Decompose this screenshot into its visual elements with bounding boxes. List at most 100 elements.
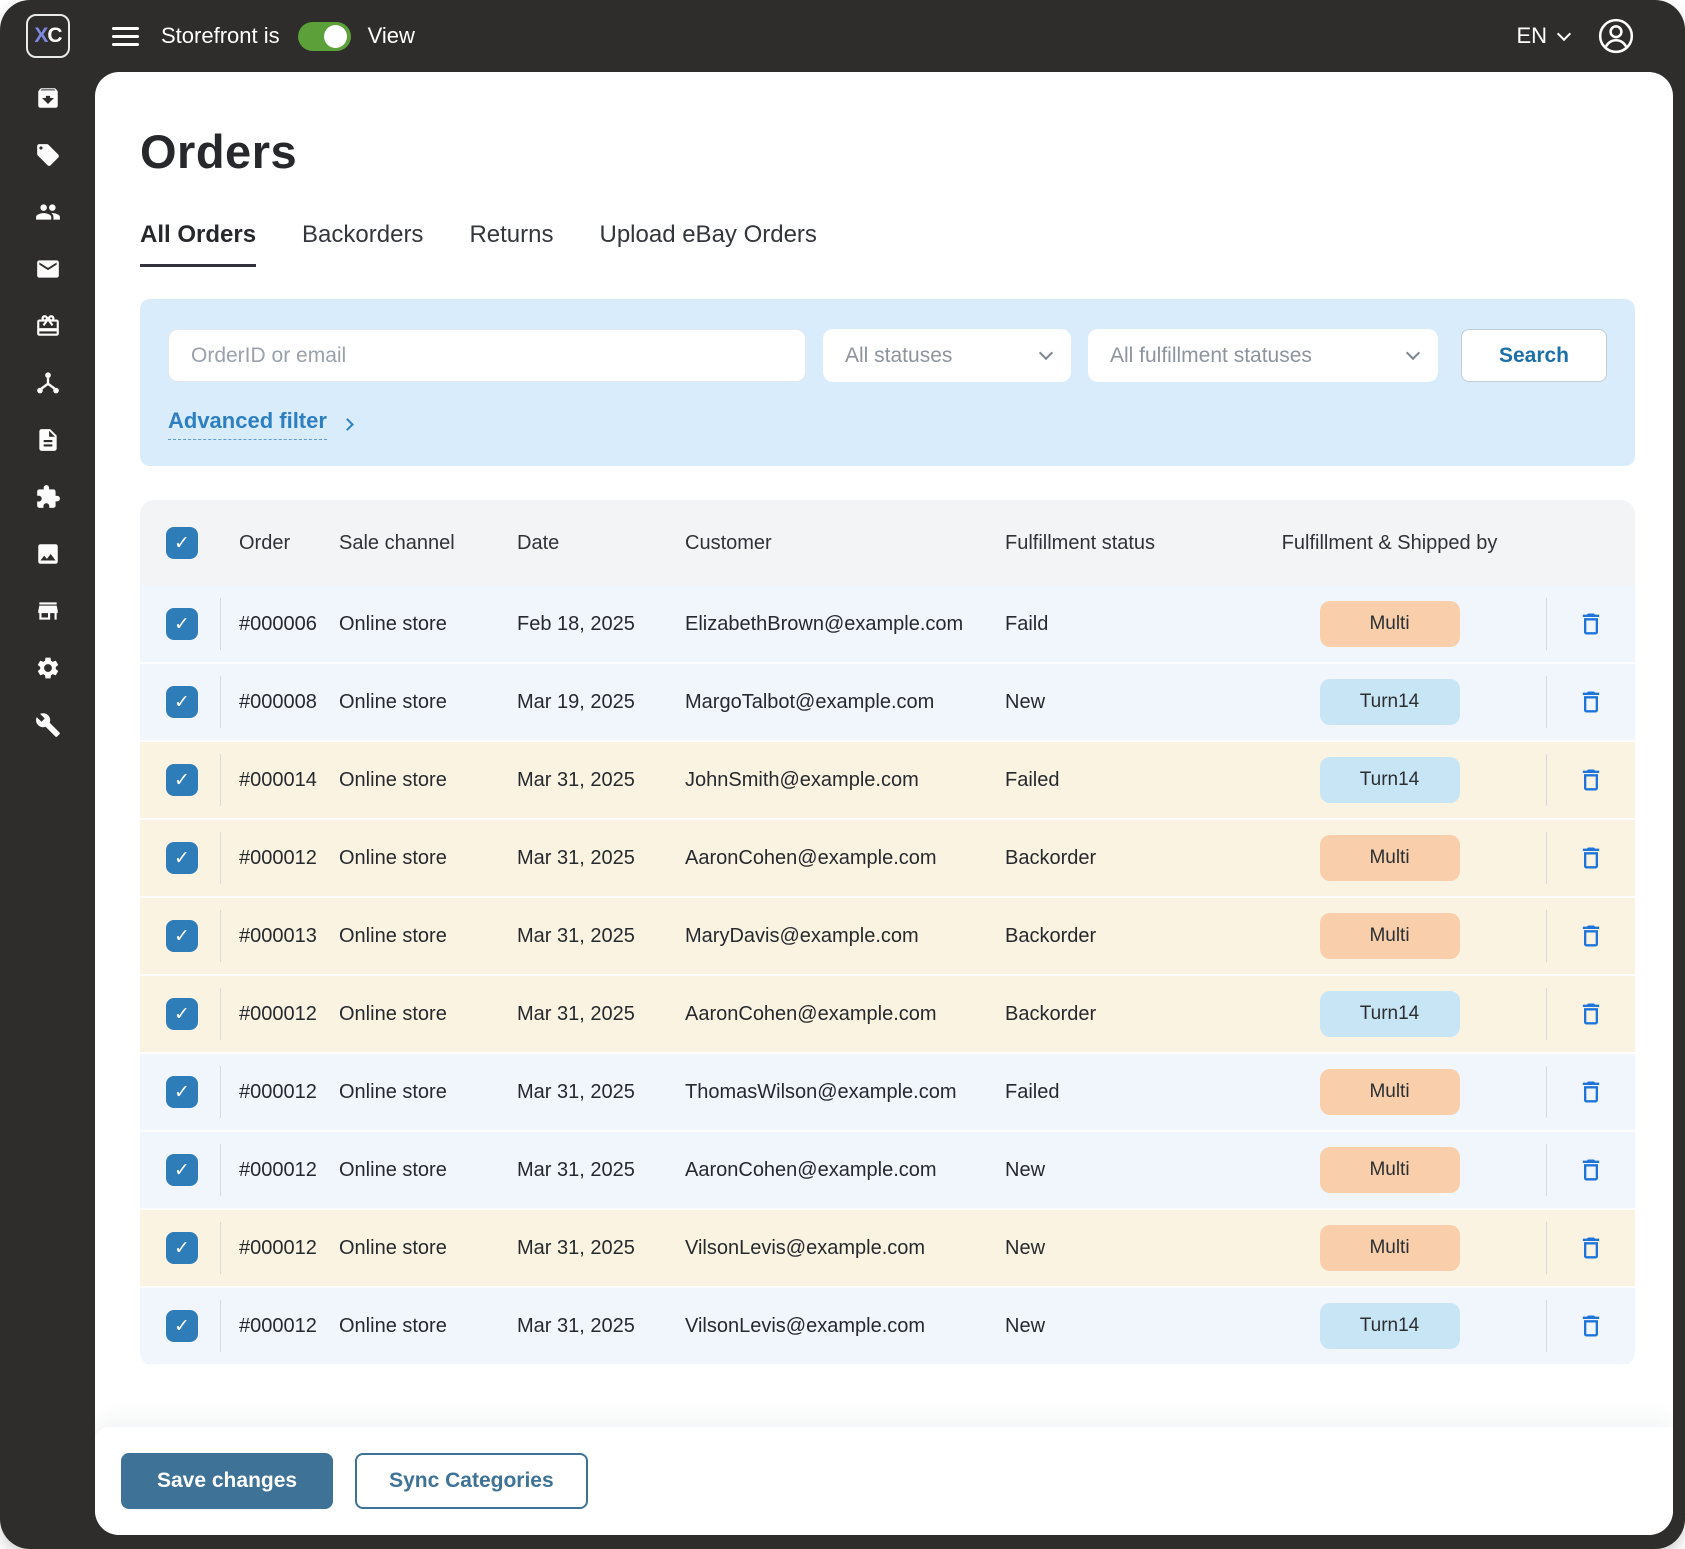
footer-bar: Save changes Sync Categories (95, 1427, 1673, 1535)
sidebar-item-orders[interactable] (35, 85, 61, 111)
sync-categories-button[interactable]: Sync Categories (355, 1453, 588, 1509)
sale-channel-cell: Online store (339, 1003, 517, 1026)
sidebar-item-promotions[interactable] (35, 313, 61, 339)
delete-order-button[interactable] (1577, 1312, 1605, 1340)
row-checkbox[interactable] (166, 1310, 198, 1342)
chevron-down-icon (1557, 26, 1571, 40)
user-avatar-icon[interactable] (1597, 17, 1635, 55)
status-dropdown[interactable]: All statuses (823, 329, 1071, 382)
shipped-by-badge[interactable]: Multi (1320, 1147, 1460, 1193)
search-button[interactable]: Search (1461, 329, 1607, 382)
row-checkbox[interactable] (166, 608, 198, 640)
network-icon (35, 370, 61, 396)
sale-channel-cell: Online store (339, 925, 517, 948)
chevron-down-icon (1406, 346, 1420, 360)
advanced-filter-link[interactable]: Advanced filter (168, 408, 327, 440)
shipped-by-badge[interactable]: Multi (1320, 601, 1460, 647)
delete-order-button[interactable] (1577, 688, 1605, 716)
sidebar-item-settings[interactable] (35, 655, 61, 681)
date-cell: Feb 18, 2025 (517, 613, 685, 636)
delete-order-button[interactable] (1577, 610, 1605, 638)
fulfillment-status-cell: New (1005, 691, 1233, 714)
topbar: XC Storefront is View EN (0, 0, 1685, 72)
wrench-icon (35, 712, 61, 738)
shipped-by-badge[interactable]: Multi (1320, 835, 1460, 881)
save-changes-button[interactable]: Save changes (121, 1453, 333, 1509)
delete-order-button[interactable] (1577, 844, 1605, 872)
sidebar-item-messages[interactable] (35, 256, 61, 282)
fulfillment-status-cell: New (1005, 1159, 1233, 1182)
shipped-by-badge[interactable]: Turn14 (1320, 991, 1460, 1037)
row-checkbox[interactable] (166, 920, 198, 952)
logo-letter-x: X (34, 24, 47, 48)
fulfillment-status-cell: Failed (1005, 1081, 1233, 1104)
delete-order-button[interactable] (1577, 922, 1605, 950)
shipped-by-badge[interactable]: Turn14 (1320, 757, 1460, 803)
date-cell: Mar 31, 2025 (517, 1003, 685, 1026)
column-header-fulfillment-status: Fulfillment status (1005, 532, 1233, 555)
row-checkbox[interactable] (166, 1232, 198, 1264)
sidebar-item-catalog[interactable] (35, 142, 61, 168)
tab-all-orders[interactable]: All Orders (140, 221, 256, 267)
trash-icon (1577, 1000, 1605, 1028)
language-selector[interactable]: EN (1516, 23, 1569, 49)
hamburger-menu-icon[interactable] (112, 27, 139, 46)
order-search-input[interactable] (168, 329, 806, 382)
row-checkbox[interactable] (166, 764, 198, 796)
order-id-cell: #000012 (221, 847, 339, 870)
image-icon (35, 541, 61, 567)
tag-icon (35, 142, 61, 168)
table-row: #000008 Online store Mar 19, 2025 MargoT… (140, 664, 1635, 742)
logo-letter-c: C (47, 24, 61, 48)
row-checkbox[interactable] (166, 998, 198, 1030)
delete-order-button[interactable] (1577, 1000, 1605, 1028)
shipped-by-badge[interactable]: Multi (1320, 1225, 1460, 1271)
order-id-cell: #000008 (221, 691, 339, 714)
sidebar-item-storefront[interactable] (35, 598, 61, 624)
date-cell: Mar 31, 2025 (517, 847, 685, 870)
tab-upload-ebay-orders[interactable]: Upload eBay Orders (599, 221, 816, 267)
customer-cell: JohnSmith@example.com (685, 769, 1005, 792)
date-cell: Mar 31, 2025 (517, 1159, 685, 1182)
trash-icon (1577, 688, 1605, 716)
chevron-down-icon (1039, 346, 1053, 360)
fulfillment-status-cell: Backorder (1005, 1003, 1233, 1026)
storefront-toggle[interactable] (298, 22, 351, 51)
fulfillment-status-dropdown[interactable]: All fulfillment statuses (1088, 329, 1438, 382)
table-row: #000013 Online store Mar 31, 2025 MaryDa… (140, 898, 1635, 976)
topbar-right: EN (1516, 17, 1635, 55)
sidebar-item-tools[interactable] (35, 712, 61, 738)
customer-cell: AaronCohen@example.com (685, 847, 1005, 870)
fulfillment-status-cell: Backorder (1005, 847, 1233, 870)
xc-logo: XC (26, 14, 70, 58)
delete-order-button[interactable] (1577, 766, 1605, 794)
fulfillment-status-cell: New (1005, 1315, 1233, 1338)
row-checkbox[interactable] (166, 686, 198, 718)
shipped-by-badge[interactable]: Turn14 (1320, 679, 1460, 725)
delete-order-button[interactable] (1577, 1156, 1605, 1184)
shipped-by-badge[interactable]: Turn14 (1320, 1303, 1460, 1349)
storefront-view-link[interactable]: View (368, 23, 415, 49)
sidebar-item-integrations[interactable] (35, 370, 61, 396)
shipped-by-badge[interactable]: Multi (1320, 913, 1460, 959)
gift-icon (35, 313, 61, 339)
tab-bar: All Orders Backorders Returns Upload eBay O… (140, 221, 1635, 267)
sidebar-item-modules[interactable] (35, 484, 61, 510)
trash-icon (1577, 610, 1605, 638)
row-checkbox[interactable] (166, 1154, 198, 1186)
sidebar-item-media[interactable] (35, 541, 61, 567)
shipped-by-badge[interactable]: Multi (1320, 1069, 1460, 1115)
sale-channel-cell: Online store (339, 691, 517, 714)
select-all-checkbox[interactable] (166, 527, 198, 559)
row-checkbox[interactable] (166, 1076, 198, 1108)
sidebar-item-customers[interactable] (35, 199, 61, 225)
order-id-cell: #000012 (221, 1237, 339, 1260)
row-checkbox[interactable] (166, 842, 198, 874)
delete-order-button[interactable] (1577, 1234, 1605, 1262)
delete-order-button[interactable] (1577, 1078, 1605, 1106)
date-cell: Mar 31, 2025 (517, 1237, 685, 1260)
tab-returns[interactable]: Returns (469, 221, 553, 267)
customer-cell: VilsonLevis@example.com (685, 1315, 1005, 1338)
tab-backorders[interactable]: Backorders (302, 221, 423, 267)
sidebar-item-pages[interactable] (35, 427, 61, 453)
